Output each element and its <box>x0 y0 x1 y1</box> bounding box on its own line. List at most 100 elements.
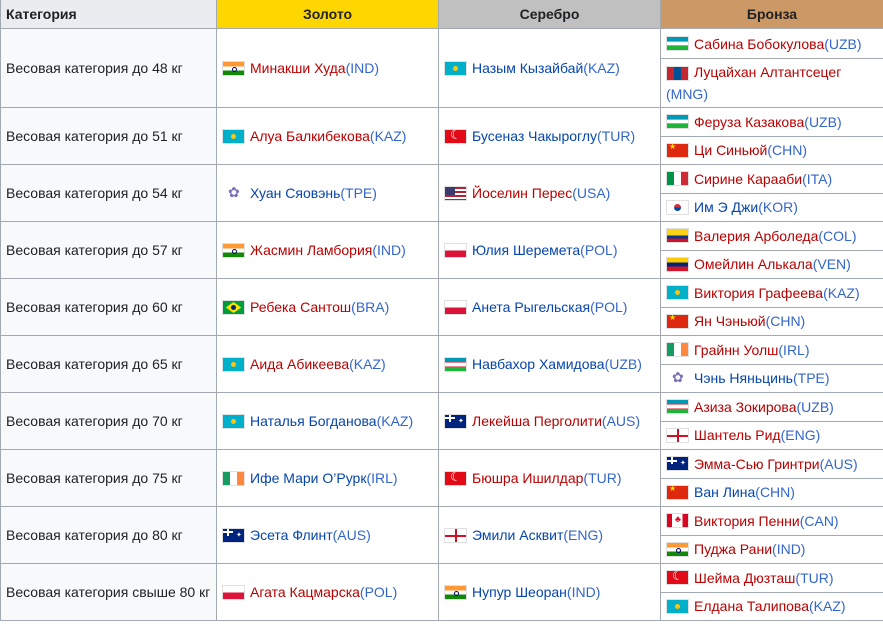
athlete-name-link[interactable]: Юлия Шеремета <box>472 242 580 258</box>
country-code-link[interactable]: (IND) <box>346 60 379 76</box>
athlete-name-link[interactable]: Алуа Балкибекова <box>250 128 370 144</box>
country-code-link[interactable]: (KAZ) <box>809 598 846 614</box>
athlete-name-link[interactable]: Омейлин Алькала <box>694 256 813 272</box>
weight-category-cell: Весовая категория до 57 кг <box>0 221 217 279</box>
athlete-name-link[interactable]: Ци Синьюй <box>694 142 767 158</box>
silver-cell: Эмили Асквит (ENG) <box>438 506 661 564</box>
country-code-link[interactable]: (UZB) <box>804 114 841 130</box>
country-code-link[interactable]: (MNG) <box>666 86 708 102</box>
country-code-link[interactable]: (KOR) <box>758 199 798 215</box>
country-code-link[interactable]: (AUS) <box>602 413 640 429</box>
table-row: Весовая категория до 70 кг Наталья Богдан… <box>0 392 883 450</box>
country-code-link[interactable]: (USA) <box>572 185 610 201</box>
athlete-name-link[interactable]: Луцайхан Алтантсецег <box>694 64 841 80</box>
athlete-name-link[interactable]: Пуджа Рани <box>694 541 772 557</box>
country-code-link[interactable]: (IND) <box>372 242 405 258</box>
country-code-link[interactable]: (IRL) <box>366 470 397 486</box>
country-code-link[interactable]: (POL) <box>580 242 617 258</box>
athlete-entry: Шейма Дюзташ (TUR) <box>666 570 878 586</box>
country-code-link[interactable]: (KAZ) <box>377 413 414 429</box>
country-code-link[interactable]: (TPE) <box>793 370 830 386</box>
athlete-name-link[interactable]: Шантель Рид <box>694 427 781 443</box>
athlete-entry: Бусеназ Чакыроглу (TUR) <box>444 128 655 144</box>
athlete-name-link[interactable]: Назым Кызайбай <box>472 60 583 76</box>
athlete-name-link[interactable]: Виктория Пенни <box>694 513 800 529</box>
country-code-link[interactable]: (COL) <box>818 228 856 244</box>
country-code-link[interactable]: (ENG) <box>781 427 821 443</box>
country-code-link[interactable]: (IND) <box>567 584 600 600</box>
athlete-name-link[interactable]: Азиза Зокирова <box>694 399 797 415</box>
country-code-link[interactable]: (IRL) <box>778 342 809 358</box>
country-code-link[interactable]: (UZB) <box>605 356 642 372</box>
country-code-link[interactable]: (UZB) <box>797 399 834 415</box>
athlete-name-link[interactable]: Сирине Карааби <box>694 171 802 187</box>
athlete-name-link[interactable]: Навбахор Хамидова <box>472 356 605 372</box>
header-category[interactable]: Категория <box>0 0 217 29</box>
header-gold[interactable]: Золото <box>216 0 439 29</box>
country-code-link[interactable]: (CAN) <box>800 513 839 529</box>
flag-col-icon <box>666 228 689 244</box>
country-code-link[interactable]: (POL) <box>590 299 627 315</box>
athlete-name-link[interactable]: Эмили Асквит <box>472 527 563 543</box>
athlete-name-link[interactable]: Ребека Сантош <box>250 299 351 315</box>
athlete-name-link[interactable]: Бусеназ Чакыроглу <box>472 128 597 144</box>
country-code-link[interactable]: (AUS) <box>333 527 371 543</box>
athlete-name-link[interactable]: Жасмин Ламбория <box>250 242 372 258</box>
gold-cell: Ребека Сантош (BRA) <box>216 278 439 336</box>
flag-tpe-icon <box>222 185 245 201</box>
athlete-name-link[interactable]: Бюшра Ишилдар <box>472 470 583 486</box>
country-code-link[interactable]: (VEN) <box>813 256 851 272</box>
flag-pol-icon <box>222 584 245 600</box>
country-code-link[interactable]: (KAZ) <box>583 60 620 76</box>
country-code-link[interactable]: (CHN) <box>767 142 807 158</box>
flag-kaz-icon <box>666 598 689 614</box>
athlete-name-link[interactable]: Йоселин Перес <box>472 185 572 201</box>
header-silver[interactable]: Серебро <box>438 0 661 29</box>
athlete-name-link[interactable]: Сабина Бобокулова <box>694 36 824 52</box>
athlete-name-link[interactable]: Им Э Джи <box>694 199 758 215</box>
athlete-name-link[interactable]: Ифе Мари О’Рурк <box>250 470 366 486</box>
athlete-name-link[interactable]: Нупур Шеоран <box>472 584 567 600</box>
athlete-name-link[interactable]: Агата Кацмарска <box>250 584 360 600</box>
country-code-link[interactable]: (BRA) <box>351 299 389 315</box>
country-code-link[interactable]: (UZB) <box>824 36 861 52</box>
athlete-name-link[interactable]: Грайнн Уолш <box>694 342 778 358</box>
country-code-link[interactable]: (ITA) <box>802 171 832 187</box>
country-code-link[interactable]: (POL) <box>360 584 397 600</box>
athlete-name-link[interactable]: Виктория Графеева <box>694 285 823 301</box>
athlete-name-link[interactable]: Минакши Худа <box>250 60 346 76</box>
athlete-name-link[interactable]: Анета Рыгельская <box>472 299 590 315</box>
header-bronze[interactable]: Бронза <box>660 0 883 29</box>
athlete-name-link[interactable]: Чэнь Няньцинь <box>694 370 793 386</box>
country-code-link[interactable]: (KAZ) <box>370 128 407 144</box>
flag-pol-icon <box>444 242 467 258</box>
athlete-name-link[interactable]: Хуан Сяовэнь <box>250 185 340 201</box>
athlete-name-link[interactable]: Феруза Казакова <box>694 114 804 130</box>
athlete-name-link[interactable]: Лекейша Перголити <box>472 413 602 429</box>
country-code-link[interactable]: (CHN) <box>766 313 806 329</box>
country-code-link[interactable]: (CHN) <box>755 484 795 500</box>
athlete-name-link[interactable]: Шейма Дюзташ <box>694 570 795 586</box>
athlete-entry: Чэнь Няньцинь (TPE) <box>666 370 878 386</box>
athlete-name-link[interactable]: Наталья Богданова <box>250 413 377 429</box>
athlete-name-link[interactable]: Елдана Талипова <box>694 598 809 614</box>
country-code-link[interactable]: (TPE) <box>340 185 377 201</box>
country-code-link[interactable]: (TUR) <box>583 470 621 486</box>
athlete-entry: Сирине Карааби (ITA) <box>666 171 878 187</box>
athlete-name-link[interactable]: Аида Абикеева <box>250 356 349 372</box>
country-code-link[interactable]: (ENG) <box>563 527 603 543</box>
athlete-name-link[interactable]: Ван Лина <box>694 484 755 500</box>
athlete-entry: Назым Кызайбай (KAZ) <box>444 60 655 76</box>
athlete-name-link[interactable]: Эсета Флинт <box>250 527 333 543</box>
country-code-link[interactable]: (TUR) <box>795 570 833 586</box>
athlete-name-link[interactable]: Ян Чэньюй <box>694 313 766 329</box>
athlete-name-link[interactable]: Эмма-Сью Гринтри <box>694 456 820 472</box>
country-code-link[interactable]: (KAZ) <box>823 285 860 301</box>
country-code-link[interactable]: (AUS) <box>820 456 858 472</box>
athlete-name-link[interactable]: Валерия Арболеда <box>694 228 818 244</box>
country-code-link[interactable]: (IND) <box>772 541 805 557</box>
country-code-link[interactable]: (TUR) <box>597 128 635 144</box>
table-row: Весовая категория до 54 кг Хуан Сяовэнь (… <box>0 164 883 222</box>
country-code-link[interactable]: (KAZ) <box>349 356 386 372</box>
silver-cell: Назым Кызайбай (KAZ) <box>438 28 661 108</box>
